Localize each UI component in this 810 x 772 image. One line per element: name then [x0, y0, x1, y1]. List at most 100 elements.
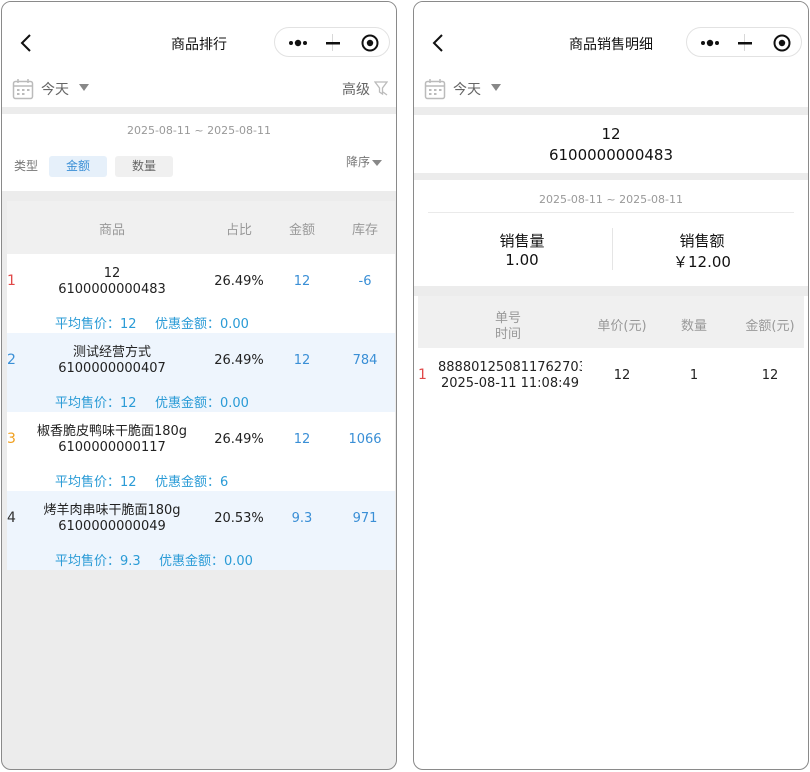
date-filter-label[interactable]: 今天 — [41, 79, 69, 99]
discount-amount: 优惠金额：0.00 — [155, 317, 249, 332]
product-code: 6100000000483 — [58, 282, 166, 297]
detail-table: 单号 时间 单价(元) 数量 金额(元) 1 88880125081176270… — [418, 296, 804, 404]
type-option-quantity[interactable]: 数量 — [115, 156, 173, 177]
product-cell: 12 6100000000483 — [27, 266, 197, 298]
order-time: 2025-08-11 11:08:49 — [440, 376, 580, 391]
separator — [2, 191, 396, 201]
separator — [414, 107, 808, 115]
filter-card: 2025-08-11 ~ 2025-08-11 类型 金额 数量 降序 — [2, 114, 396, 191]
unit-price: 12 — [613, 368, 631, 383]
calendar-icon[interactable] — [424, 78, 446, 100]
sort-order-button[interactable]: 降序 — [346, 153, 370, 170]
stock-value: -6 — [358, 274, 372, 289]
amount-value: 12 — [293, 353, 311, 368]
separator — [414, 173, 808, 180]
product-name: 12 — [103, 266, 121, 281]
table-row[interactable]: 1 12 6100000000483 26.49% 12 -6 平均售价：12 … — [7, 254, 395, 333]
col-stock: 库存 — [351, 223, 378, 238]
mini-program-capsule — [686, 27, 802, 57]
col-amount: 金额(元) — [745, 319, 795, 334]
amount: 12 — [761, 368, 779, 383]
type-option-amount[interactable]: 金额 — [49, 156, 107, 177]
product-name: 椒香脆皮鸭味干脆面180g — [36, 424, 188, 439]
table-row[interactable]: 3 椒香脆皮鸭味干脆面180g 6100000000117 26.49% 12 … — [7, 412, 395, 491]
advanced-filter-button[interactable]: 高级 — [342, 79, 370, 99]
amount-value: 12 — [293, 432, 311, 447]
more-dots-icon[interactable] — [287, 36, 311, 50]
calendar-icon[interactable] — [12, 78, 34, 100]
product-name: 12 — [601, 125, 621, 143]
stock-value: 1066 — [348, 432, 382, 447]
close-target-icon[interactable] — [361, 34, 379, 52]
table-row[interactable]: 2 测试经营方式 6100000000407 26.49% 12 784 平均售… — [7, 333, 395, 412]
product-code: 6100000000117 — [58, 440, 166, 455]
avg-price: 平均售价：12 — [55, 475, 137, 490]
share-value: 26.49% — [214, 353, 264, 368]
quantity: 1 — [689, 368, 699, 383]
rank-number: 1 — [418, 367, 427, 383]
avg-price: 平均售价：9.3 — [55, 554, 141, 569]
summary-card: 2025-08-11 ~ 2025-08-11 销售量 1.00 销售额 ￥12… — [414, 180, 808, 286]
chevron-down-icon[interactable] — [79, 84, 89, 91]
sales-qty-value: 1.00 — [505, 251, 539, 269]
filter-bar: 今天 — [414, 74, 808, 107]
sales-amount-label: 销售额 — [679, 232, 725, 250]
share-value: 26.49% — [214, 274, 264, 289]
product-code: 6100000000049 — [58, 519, 166, 534]
minimize-icon[interactable] — [737, 36, 753, 50]
rank-number: 1 — [7, 273, 16, 289]
date-filter-label[interactable]: 今天 — [453, 79, 481, 99]
stock-value: 971 — [352, 511, 378, 526]
rank-number: 3 — [7, 431, 16, 447]
product-code: 6100000000407 — [58, 361, 166, 376]
minimize-icon[interactable] — [325, 36, 341, 50]
separator — [2, 107, 396, 114]
stock-value: 784 — [352, 353, 378, 368]
amount-value: 12 — [293, 274, 311, 289]
nav-bar: 商品排行 — [2, 2, 396, 74]
discount-amount: 优惠金额：6 — [155, 475, 229, 490]
discount-amount: 优惠金额：0.00 — [159, 554, 253, 569]
table-row[interactable]: 1 8888012508117627036 2025-08-11 11:08:4… — [418, 348, 804, 404]
right-screen: 商品销售明细 今天 12 6100000000483 2025-08-11 ~ … — [413, 1, 809, 770]
date-range: 2025-08-11 ~ 2025-08-11 — [538, 193, 684, 206]
col-amount: 金额 — [288, 223, 315, 238]
product-code: 6100000000483 — [548, 146, 674, 164]
table-header: 单号 时间 单价(元) 数量 金额(元) — [418, 296, 804, 348]
sales-amount-value: ￥12.00 — [673, 253, 731, 271]
product-name: 测试经营方式 — [72, 345, 151, 360]
table-header: 商品 占比 金额 库存 — [7, 201, 395, 254]
sort-chevron-icon[interactable] — [372, 160, 382, 166]
close-target-icon[interactable] — [773, 34, 791, 52]
share-value: 20.53% — [214, 511, 264, 526]
col-time: 时间 — [494, 327, 521, 342]
mini-program-capsule — [274, 27, 390, 57]
nav-bar: 商品销售明细 — [414, 2, 808, 74]
product-info: 12 6100000000483 — [414, 115, 808, 173]
left-screen: 商品排行 今天 高级 2025-08-11 ~ 2025-08-11 类型 金额… — [1, 1, 397, 770]
divider — [428, 212, 794, 213]
filter-icon[interactable] — [374, 80, 388, 96]
col-unit-price: 单价(元) — [597, 319, 647, 334]
order-number: 8888012508117627036 — [438, 360, 582, 375]
product-cell: 烤羊肉串味干脆面180g 6100000000049 — [27, 503, 197, 535]
amount-value: 9.3 — [291, 511, 313, 526]
discount-amount: 优惠金额：0.00 — [155, 396, 249, 411]
avg-price: 平均售价：12 — [55, 317, 137, 332]
col-product: 商品 — [98, 223, 125, 238]
col-quantity: 数量 — [680, 319, 707, 334]
table-row[interactable]: 4 烤羊肉串味干脆面180g 6100000000049 20.53% 9.3 … — [7, 491, 395, 570]
type-label: 类型 — [14, 159, 39, 173]
chevron-down-icon[interactable] — [491, 84, 501, 91]
col-share: 占比 — [225, 223, 252, 238]
more-dots-icon[interactable] — [699, 36, 723, 50]
sales-qty-label: 销售量 — [499, 232, 545, 250]
share-value: 26.49% — [214, 432, 264, 447]
rank-number: 2 — [7, 352, 16, 368]
avg-price: 平均售价：12 — [55, 396, 137, 411]
filter-bar: 今天 高级 — [2, 74, 396, 107]
product-cell: 椒香脆皮鸭味干脆面180g 6100000000117 — [27, 424, 197, 456]
ranking-table: 商品 占比 金额 库存 1 12 6100000000483 26.49% 12… — [7, 201, 395, 570]
rank-number: 4 — [7, 510, 16, 526]
product-name: 烤羊肉串味干脆面180g — [43, 503, 181, 518]
